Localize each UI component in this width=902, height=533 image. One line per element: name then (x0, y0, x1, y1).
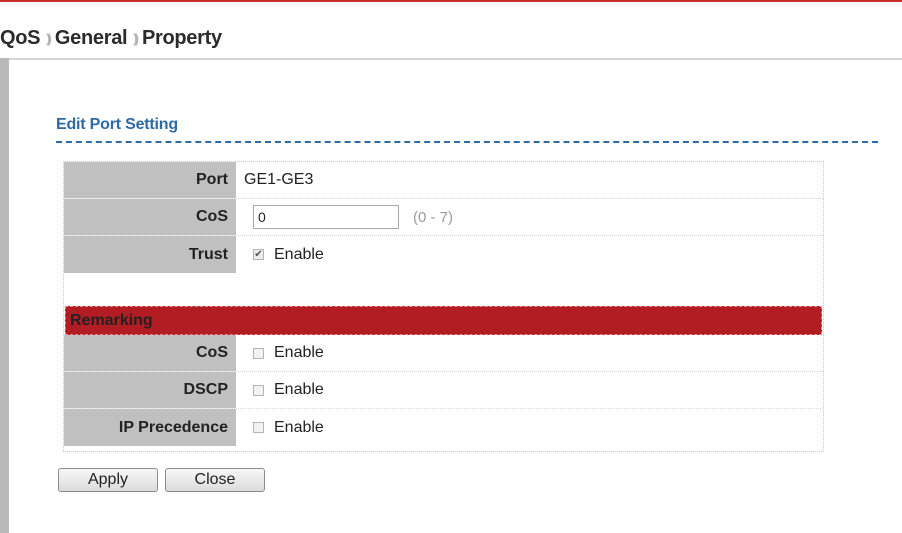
close-button[interactable]: Close (165, 468, 265, 492)
form-spacer (64, 273, 823, 305)
trust-label: Trust (64, 236, 236, 273)
remarking-header: Remarking (65, 306, 822, 335)
remark-cos-enable-label: Enable (274, 344, 324, 361)
remark-dscp-enable-label: Enable (274, 381, 324, 398)
cos-label: CoS (64, 199, 236, 235)
section-title: Edit Port Setting (56, 116, 178, 133)
remark-cos-row: CoS Enable (64, 335, 823, 372)
remark-ip-precedence-checkbox[interactable] (253, 422, 264, 433)
remark-ip-precedence-enable-label: Enable (274, 418, 324, 436)
apply-button[interactable]: Apply (58, 468, 158, 492)
cos-input[interactable] (253, 205, 399, 229)
remark-ip-precedence-row: IP Precedence Enable (64, 409, 823, 446)
port-value: GE1-GE3 (244, 171, 314, 188)
left-frame-border (0, 58, 9, 533)
breadcrumb-separator-icon: )) (46, 30, 51, 46)
remark-dscp-checkbox[interactable] (253, 384, 264, 396)
breadcrumb-separator-icon: )) (133, 30, 138, 46)
cos-row: CoS (0 - 7) (64, 199, 823, 236)
ip-precedence-label: IP Precedence (64, 409, 236, 446)
trust-row: Trust ✔ Enable (64, 236, 823, 273)
remark-dscp-row: DSCP Enable (64, 372, 823, 409)
header-divider (0, 58, 902, 60)
top-accent-line (0, 0, 902, 2)
breadcrumb-item-qos[interactable]: QoS (0, 27, 41, 50)
port-label: Port (64, 162, 236, 198)
dscp-label: DSCP (64, 372, 236, 408)
breadcrumb-item-general[interactable]: General (55, 27, 128, 50)
cos-range-hint: (0 - 7) (413, 208, 454, 226)
port-row: Port GE1-GE3 (64, 162, 823, 199)
section-divider (56, 141, 878, 143)
edit-port-form: Port GE1-GE3 CoS (0 - 7) Trust ✔ Enable … (63, 161, 824, 452)
breadcrumb: QoS )) General )) Property (0, 20, 222, 56)
trust-enable-checkbox[interactable]: ✔ (253, 249, 264, 260)
breadcrumb-item-property: Property (141, 26, 222, 49)
remark-cos-label: CoS (64, 335, 236, 371)
remark-cos-checkbox[interactable] (253, 347, 264, 359)
trust-enable-label: Enable (274, 245, 324, 263)
